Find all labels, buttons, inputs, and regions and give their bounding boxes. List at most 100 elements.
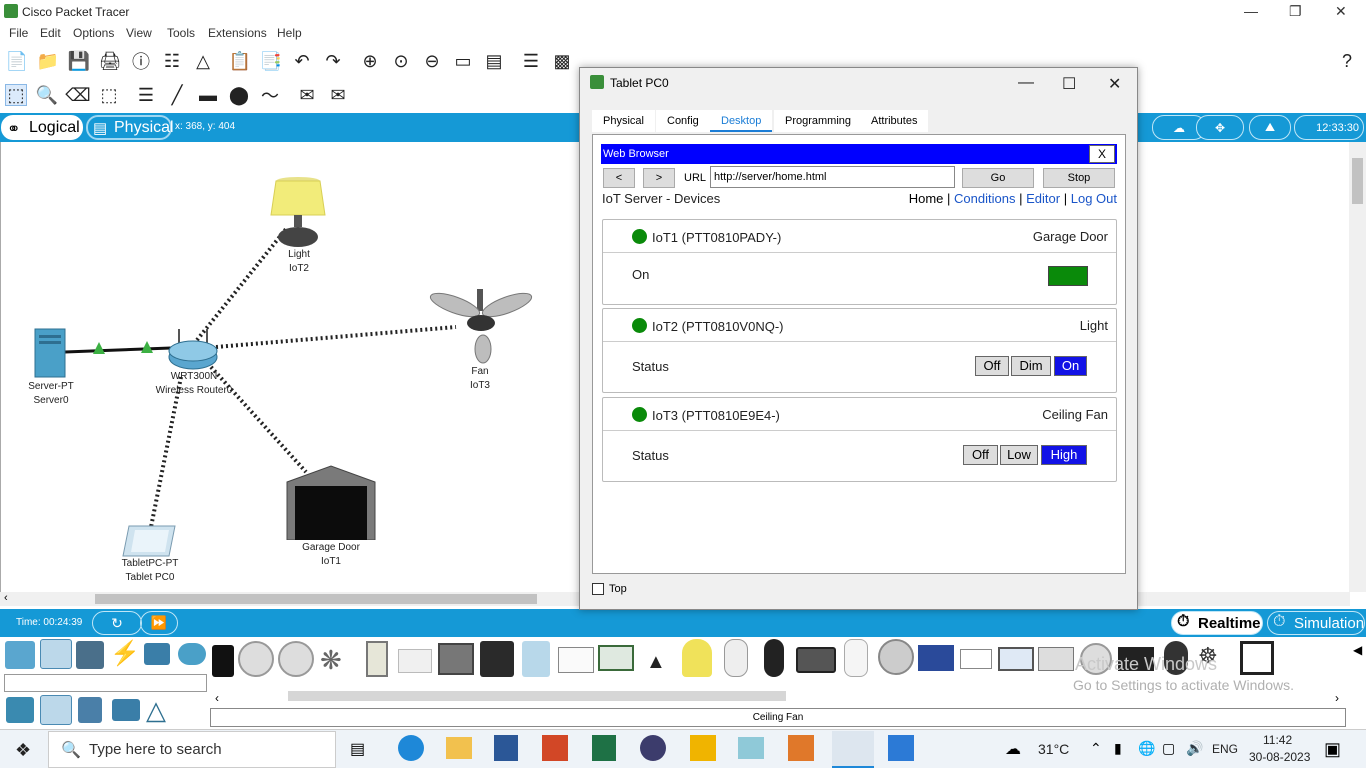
end-devices-category-icon[interactable] [40,639,72,669]
battery-icon[interactable]: ▮ [1114,740,1122,757]
url-input[interactable]: http://server/home.html [710,166,955,188]
garage-door-toggle[interactable] [1048,266,1088,286]
tab-programming[interactable]: Programming [774,110,863,132]
tab-attributes[interactable]: Attributes [860,110,929,132]
draw-line-icon[interactable]: ╱ [166,84,188,106]
nav-conditions-link[interactable]: Conditions [954,191,1015,206]
app-icon[interactable] [690,735,716,761]
app-icon[interactable] [738,737,764,759]
tablet-minimize-icon[interactable]: — [1018,74,1034,92]
minimize-icon[interactable]: — [1244,3,1258,19]
window-icon[interactable] [398,649,432,673]
taskbar-search-input[interactable]: 🔍 Type here to search [48,731,336,768]
browser-stop-button[interactable]: Stop [1043,168,1115,188]
undo-icon[interactable]: ↶ [291,50,313,72]
scroll-thumb[interactable] [95,594,537,604]
packet-tracer-taskbar-icon[interactable] [832,731,874,768]
resize-shape-icon[interactable]: ⬚ [98,84,120,106]
window-blind-icon[interactable] [1240,641,1274,675]
place-note-icon[interactable]: ☰ [135,84,157,106]
network-icon[interactable]: 🌐 [1138,740,1155,757]
draw-rectangle-icon[interactable]: ▬ [197,84,219,106]
tab-config[interactable]: Config [656,110,710,132]
menu-view[interactable]: View [126,26,152,40]
air-conditioner-icon[interactable] [724,639,748,677]
old-car-icon[interactable] [998,647,1034,671]
tab-physical[interactable]: ▤ Physical [86,115,174,140]
inspect-icon[interactable]: 🔍 [36,84,58,106]
drawing-palette-icon[interactable]: ▭ [452,50,474,72]
light-picker-icon[interactable] [682,639,712,677]
smoke-detector-icon[interactable] [238,641,274,677]
browser-back-button[interactable]: < [603,168,635,188]
nav-logout-link[interactable]: Log Out [1071,191,1117,206]
info-icon[interactable]: ⓘ [130,50,152,72]
siren-icon[interactable] [796,647,836,673]
server-icon[interactable] [33,327,67,379]
device-card-iot1[interactable]: IoT1 (PTT0810PADY-) Garage Door On [602,219,1117,305]
home-subcategory-icon[interactable] [40,695,72,725]
freeform-icon[interactable]: 〜 [259,84,281,106]
rfid-card-icon[interactable] [960,649,992,669]
weather-icon[interactable]: ☁ [1005,739,1021,759]
zoom-reset-icon[interactable]: ⊙ [390,50,412,72]
home-speaker-icon[interactable] [480,641,514,677]
components-category-icon[interactable] [76,641,104,669]
simple-pdu-icon[interactable]: ✉ [296,84,318,106]
lcd-icon[interactable] [558,647,594,673]
tablet-pc-icon[interactable] [121,524,177,558]
power-grid-subcategory-icon[interactable]: △ [146,695,166,726]
tab-physical-config[interactable]: Physical [592,110,655,132]
door-icon[interactable] [366,641,388,677]
garage-door-picker-icon[interactable] [438,643,474,675]
webcam-icon[interactable] [764,639,784,677]
scroll-thumb[interactable] [1352,158,1363,204]
menu-edit[interactable]: Edit [40,26,61,40]
light-off-button[interactable]: Off [975,356,1009,376]
draw-ellipse-icon[interactable]: ⬤ [228,84,250,106]
pc-subcategory-icon[interactable] [6,697,34,723]
top-checkbox[interactable] [592,583,604,595]
environment-icon[interactable]: ⛰ [1249,115,1291,140]
network-wizard-icon[interactable]: ☷ [161,50,183,72]
humidifier-icon[interactable] [522,641,550,677]
copy-icon[interactable]: 📋 [229,50,251,72]
menu-file[interactable]: File [9,26,28,40]
menu-tools[interactable]: Tools [167,26,195,40]
excel-icon[interactable] [592,735,616,761]
picker-collapse-icon[interactable]: ◀ [1353,643,1362,657]
fan-low-button[interactable]: Low [1000,445,1038,465]
picker-scroll-right-icon[interactable]: › [1335,691,1339,705]
device-card-iot3[interactable]: IoT3 (PTT0810E9E4-) Ceiling Fan Status O… [602,397,1117,482]
solar-panel-icon[interactable] [918,645,954,671]
fan-off-button[interactable]: Off [963,445,998,465]
language-indicator[interactable]: ENG [1212,742,1238,756]
ceiling-fan-icon[interactable] [423,287,537,367]
menu-help[interactable]: Help [277,26,302,40]
nav-editor-link[interactable]: Editor [1026,191,1060,206]
tablet-picker-icon[interactable] [598,645,634,671]
edge-browser-icon[interactable] [398,735,424,761]
wireless-router-icon[interactable] [167,327,219,371]
picker-scroll-thumb[interactable] [288,691,786,701]
simulation-mode-button[interactable]: ⏱ Simulation [1267,611,1365,635]
clock-date[interactable]: 30-08-2023 [1249,750,1310,764]
tray-expand-icon[interactable]: ⌃ [1090,740,1102,757]
activity-wizard-icon[interactable]: △ [192,50,214,72]
viewport-icon[interactable]: ▩ [551,50,573,72]
word-icon[interactable] [494,735,518,761]
redo-icon[interactable]: ↷ [322,50,344,72]
tab-desktop[interactable]: Desktop [710,110,773,132]
multiuser-category-icon[interactable] [178,643,206,665]
sublime-text-icon[interactable] [788,735,814,761]
power-cycle-icon[interactable]: ↻ [92,611,142,635]
open-folder-icon[interactable]: 📁 [37,50,59,72]
garage-door-icon[interactable] [285,464,377,540]
power-meter-icon[interactable] [1038,647,1074,671]
notes-icon[interactable]: ☰ [520,50,542,72]
delete-icon[interactable]: ⌫ [65,84,90,106]
fast-forward-icon[interactable]: ⏩ [140,611,178,635]
lamp-icon[interactable] [269,177,329,249]
light-on-button[interactable]: On [1054,356,1087,376]
smart-city-subcategory-icon[interactable] [78,697,102,723]
